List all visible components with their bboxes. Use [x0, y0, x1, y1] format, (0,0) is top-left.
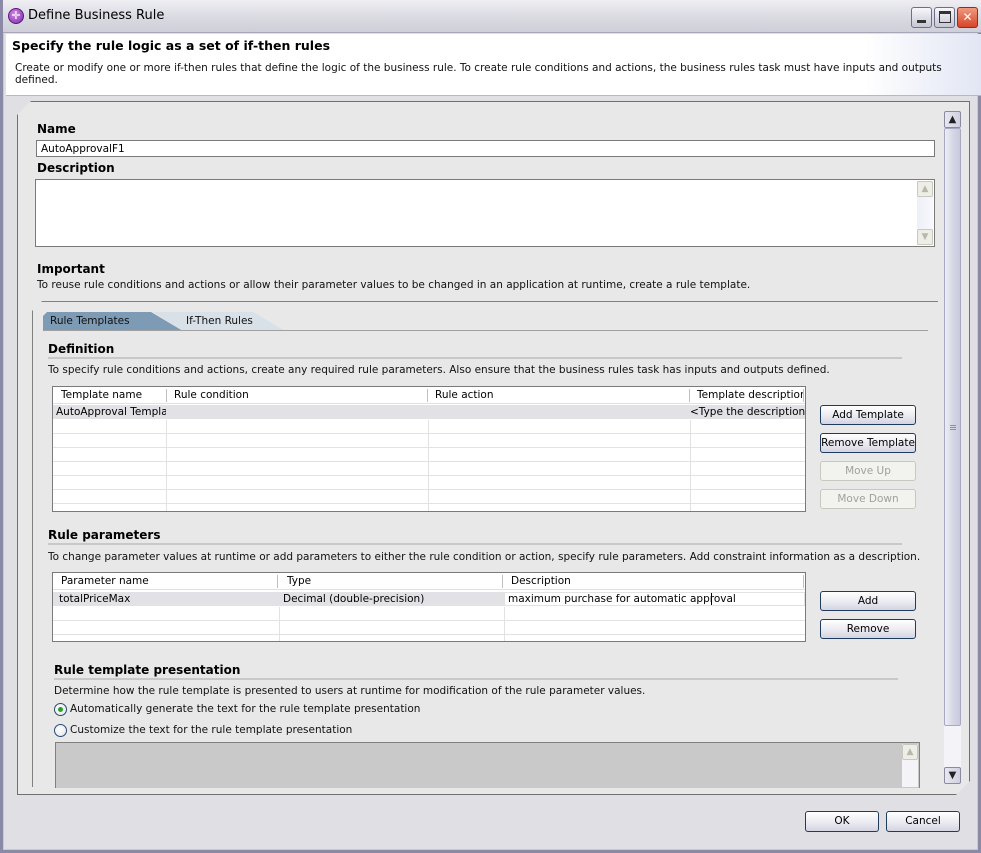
scroll-down-icon[interactable]: ▼ — [917, 229, 933, 245]
close-button[interactable]: ✕ — [957, 7, 978, 28]
move-up-button[interactable]: Move Up — [820, 461, 916, 481]
customize-label[interactable]: Customize the text for the rule template… — [70, 724, 352, 736]
templates-table: Template name Rule condition Rule action… — [52, 386, 806, 512]
column-description[interactable]: Description — [503, 573, 803, 590]
grip-icon — [950, 425, 956, 431]
scroll-up-icon[interactable]: ▲ — [917, 181, 933, 197]
cell-rule-action[interactable] — [427, 405, 689, 419]
window-title: Define Business Rule — [28, 8, 165, 23]
table-row-empty — [53, 621, 805, 635]
auto-generate-radio[interactable] — [54, 703, 67, 716]
column-separator — [277, 575, 278, 588]
cell-parameter-name[interactable]: totalPriceMax — [56, 592, 278, 606]
parameters-table: Parameter name Type Description totalPri… — [52, 572, 806, 642]
definition-title: Definition — [48, 342, 115, 356]
name-input[interactable] — [36, 140, 935, 157]
scrollbar-thumb[interactable] — [944, 128, 961, 726]
cell-type[interactable]: Decimal (double-precision) — [280, 592, 502, 606]
important-text: To reuse rule conditions and actions or … — [37, 279, 751, 291]
description-scrollbar[interactable]: ▲ ▼ — [917, 181, 933, 245]
cell-rule-condition[interactable] — [166, 405, 427, 419]
templates-table-header: Template name Rule condition Rule action… — [53, 387, 805, 404]
scroll-down-icon[interactable]: ▼ — [944, 767, 961, 784]
minimize-button[interactable] — [911, 7, 932, 28]
presentation-text: Determine how the rule template is prese… — [54, 685, 646, 697]
close-icon: ✕ — [962, 10, 973, 24]
definition-divider — [48, 357, 902, 359]
customize-radio[interactable] — [54, 724, 67, 737]
header-title: Specify the rule logic as a set of if-th… — [12, 38, 331, 53]
presentation-title: Rule template presentation — [54, 663, 241, 677]
dialog-window: ✛ Define Business Rule ✕ Specify the rul… — [0, 0, 981, 853]
custom-text-scrollbar[interactable]: ▲ — [902, 744, 918, 787]
parameters-table-header: Parameter name Type Description — [53, 573, 805, 590]
rule-parameters-text: To change parameter values at runtime or… — [48, 551, 921, 563]
scroll-up-icon[interactable]: ▲ — [902, 744, 918, 760]
cell-description[interactable]: maximum purchase for automatic approval — [505, 592, 805, 606]
maximize-button[interactable] — [934, 7, 955, 28]
main-scrollbar[interactable]: ▲ ▼ — [944, 111, 961, 784]
important-label: Important — [37, 262, 105, 276]
table-row[interactable]: AutoApproval Template <Type the descript… — [53, 405, 805, 419]
remove-parameter-button[interactable]: Remove — [820, 619, 916, 639]
column-rule-condition[interactable]: Rule condition — [166, 387, 427, 404]
add-parameter-button[interactable]: Add — [820, 591, 916, 611]
column-rule-action[interactable]: Rule action — [427, 387, 689, 404]
grid-line — [166, 420, 167, 511]
minimize-icon — [917, 20, 926, 23]
auto-generate-label[interactable]: Automatically generate the text for the … — [70, 703, 420, 715]
definition-text: To specify rule conditions and actions, … — [48, 364, 830, 376]
description-textarea[interactable]: ▲ ▼ — [35, 179, 935, 247]
rule-parameters-title: Rule parameters — [48, 528, 161, 542]
column-separator — [803, 575, 804, 588]
scroll-up-icon[interactable]: ▲ — [944, 111, 961, 128]
cell-template-description[interactable]: <Type the description here> — [687, 405, 805, 419]
column-separator — [803, 389, 804, 402]
rule-parameters-divider — [48, 543, 902, 545]
column-template-name[interactable]: Template name — [53, 387, 166, 404]
table-row-empty — [53, 607, 805, 621]
custom-text-area[interactable]: ▲ — [55, 742, 920, 788]
column-parameter-name[interactable]: Parameter name — [53, 573, 277, 590]
column-template-description[interactable]: Template description — [689, 387, 804, 404]
move-down-button[interactable]: Move Down — [820, 489, 916, 509]
name-label: Name — [37, 122, 76, 136]
add-template-button[interactable]: Add Template — [820, 405, 916, 425]
title-bar[interactable]: ✛ Define Business Rule ✕ — [3, 0, 981, 33]
remove-template-button[interactable]: Remove Template — [820, 433, 916, 453]
cell-template-name[interactable]: AutoApproval Template — [53, 405, 166, 419]
description-label: Description — [37, 161, 115, 175]
grid-line — [504, 607, 505, 641]
maximize-icon — [939, 11, 951, 23]
grid-line — [428, 420, 429, 511]
header-panel: Specify the rule logic as a set of if-th… — [6, 34, 981, 96]
grid-line — [279, 607, 280, 641]
grid-line — [690, 420, 691, 511]
presentation-divider — [54, 678, 898, 680]
description-cell-editor[interactable]: maximum purchase for automatic approval — [504, 592, 805, 606]
tab-divider — [44, 330, 928, 331]
column-type[interactable]: Type — [279, 573, 503, 590]
cancel-button[interactable]: Cancel — [886, 811, 960, 832]
text-caret — [711, 593, 712, 605]
header-description: Create or modify one or more if-then rul… — [15, 62, 942, 86]
app-icon: ✛ — [8, 8, 24, 24]
ok-button[interactable]: OK — [805, 811, 879, 832]
